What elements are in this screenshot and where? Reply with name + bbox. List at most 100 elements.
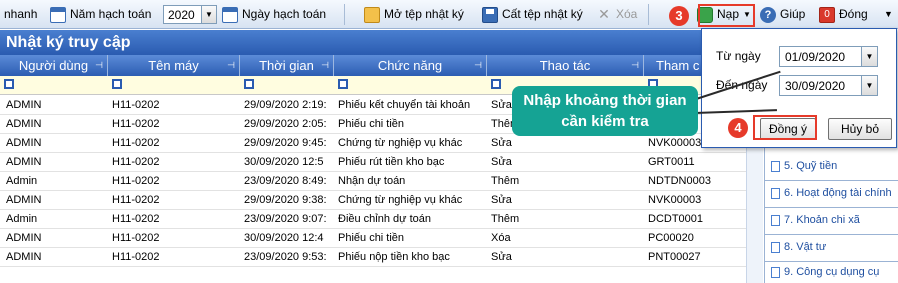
filter-checkbox[interactable]	[244, 79, 254, 89]
cell-user: ADMIN	[6, 251, 42, 263]
nav-item-hoat-dong-tai-chinh[interactable]: 6. Hoạt động tài chính	[771, 187, 898, 199]
col-header-function[interactable]: Chức năng ⊣	[334, 55, 487, 76]
table-row[interactable]: Admin H11-0202 23/09/2020 8:49: Nhận dự toá…	[0, 172, 755, 191]
nav-item-label: 8. Vật tư	[784, 241, 827, 253]
table-row[interactable]: ADMIN H11-0202 29/09/2020 9:45: Chứng từ ng…	[0, 134, 755, 153]
save-log-label: Cất tệp nhật ký	[502, 7, 583, 21]
filter-checkbox[interactable]	[4, 79, 14, 89]
pin-icon[interactable]: ⊣	[95, 55, 103, 76]
year-select[interactable]: 2020 ▼	[163, 5, 217, 24]
year-value: 2020	[168, 8, 195, 22]
nav-item-khoan-chi-xa[interactable]: 7. Khoản chi xã	[771, 214, 898, 226]
pin-icon[interactable]: ⊣	[227, 55, 235, 76]
divider	[765, 234, 898, 235]
toolbar-separator	[648, 4, 649, 25]
filter-checkbox[interactable]	[112, 79, 122, 89]
close-button[interactable]: 0 Đóng	[819, 4, 868, 25]
col-header-function-label: Chức năng	[377, 58, 443, 73]
nav-item-label: 7. Khoản chi xã	[784, 214, 860, 226]
col-header-user[interactable]: Người dùng ⊣	[0, 55, 108, 76]
help-button[interactable]: ? Giúp	[760, 4, 805, 25]
date-button[interactable]: Ngày hạch toán	[222, 4, 326, 25]
step-badge-3: 3	[669, 6, 689, 26]
delete-icon: ✕	[598, 5, 610, 22]
delete-label: Xóa	[616, 7, 638, 21]
document-icon	[771, 187, 780, 199]
col-header-action[interactable]: Thao tác ⊣	[487, 55, 644, 76]
toolbar-overflow-icon[interactable]: ▼	[884, 4, 893, 25]
cell-action: Thêm	[491, 175, 520, 187]
step-badge-4: 4	[728, 118, 748, 138]
date-label-text: Ngày hạch toán	[242, 7, 327, 21]
table-row[interactable]: ADMIN H11-0202 29/09/2020 9:38: Chứng từ ng…	[0, 191, 755, 210]
cell-function: Phiếu rút tiền kho bạc	[338, 156, 445, 168]
cell-user: ADMIN	[6, 156, 42, 168]
cell-ref: NDTDN0003	[648, 175, 711, 187]
panel-title: Nhật ký truy cập	[0, 30, 755, 55]
pin-icon[interactable]: ⊣	[321, 55, 329, 76]
nav-item-cong-cu-dung-cu[interactable]: 9. Công cụ dụng cụ	[771, 266, 898, 278]
cell-machine: H11-0202	[112, 137, 160, 149]
toolbar-left-label: nhanh	[4, 4, 37, 25]
nav-item-label: 6. Hoạt động tài chính	[784, 187, 892, 199]
cell-user: ADMIN	[6, 118, 42, 130]
table-row[interactable]: ADMIN H11-0202 30/09/2020 12:5 Phiếu rút ti…	[0, 153, 755, 172]
cell-action: Sửa	[491, 137, 512, 149]
chevron-down-icon[interactable]: ▼	[861, 76, 877, 95]
cell-function: Phiếu nộp tiền kho bạc	[338, 251, 450, 263]
cell-time: 29/09/2020 2:19:	[244, 99, 327, 111]
cell-time: 23/09/2020 8:49:	[244, 175, 327, 187]
filter-checkbox[interactable]	[338, 79, 348, 89]
open-log-button[interactable]: Mở tệp nhật ký	[364, 4, 464, 25]
from-date-label: Từ ngày	[716, 49, 761, 63]
from-date-field[interactable]: 01/09/2020 ▼	[779, 46, 878, 67]
chevron-down-icon[interactable]: ▼	[201, 6, 216, 23]
document-icon	[771, 160, 780, 172]
close-icon: 0	[819, 6, 835, 23]
calendar-icon	[50, 6, 66, 23]
instruction-callout: Nhập khoảng thời gian cần kiểm tra	[512, 86, 698, 136]
cell-machine: H11-0202	[112, 118, 160, 130]
cell-time: 23/09/2020 9:07:	[244, 213, 327, 225]
chevron-down-icon[interactable]: ▼	[861, 47, 877, 66]
nav-item-quy-tien[interactable]: 5. Quỹ tiền	[771, 160, 898, 172]
cell-time: 29/09/2020 2:05:	[244, 118, 327, 130]
cell-user: Admin	[6, 213, 38, 225]
help-icon: ?	[760, 6, 776, 23]
pin-icon[interactable]: ⊣	[631, 55, 639, 76]
col-header-action-label: Thao tác	[539, 58, 591, 73]
cell-machine: H11-0202	[112, 194, 160, 206]
table-row[interactable]: Admin H11-0202 23/09/2020 9:07: Điều chỉnh …	[0, 210, 755, 229]
document-icon	[771, 266, 780, 278]
from-date-value: 01/09/2020	[785, 50, 846, 64]
cell-time: 30/09/2020 12:5	[244, 156, 324, 168]
cell-machine: H11-0202	[112, 175, 160, 187]
pin-icon[interactable]: ⊣	[474, 55, 482, 76]
table-row[interactable]: ADMIN H11-0202 23/09/2020 9:53: Phiếu nộp t…	[0, 248, 755, 267]
table-row[interactable]: ADMIN H11-0202 30/09/2020 12:4 Phiếu chi ti…	[0, 229, 755, 248]
cell-time: 23/09/2020 9:53:	[244, 251, 327, 263]
close-label: Đóng	[839, 7, 868, 21]
col-header-time[interactable]: Thời gian ⊣	[240, 55, 334, 76]
cell-user: ADMIN	[6, 232, 42, 244]
cell-function: Chứng từ nghiệp vụ khác	[338, 137, 463, 149]
col-header-machine-label: Tên máy	[148, 58, 199, 73]
save-log-button[interactable]: Cất tệp nhật ký	[482, 4, 583, 25]
open-log-label: Mở tệp nhật ký	[384, 7, 464, 21]
nav-item-label: 5. Quỹ tiền	[784, 160, 838, 172]
cell-machine: H11-0202	[112, 232, 160, 244]
cell-action: Sửa	[491, 251, 512, 263]
delete-button[interactable]: ✕ Xóa	[596, 4, 637, 25]
to-date-field[interactable]: 30/09/2020 ▼	[779, 75, 878, 96]
cell-action: Xóa	[491, 232, 511, 244]
cancel-button[interactable]: Hủy bỏ	[828, 118, 892, 140]
nav-item-label: 9. Công cụ dụng cụ	[784, 266, 880, 278]
cell-function: Phiếu chi tiền	[338, 232, 405, 244]
column-headers: Người dùng ⊣ Tên máy ⊣ Thời gian ⊣ Chức năn…	[0, 55, 755, 76]
filter-checkbox[interactable]	[491, 79, 501, 89]
nav-item-vat-tu[interactable]: 8. Vật tư	[771, 241, 898, 253]
cell-ref: PC00020	[648, 232, 694, 244]
col-header-machine[interactable]: Tên máy ⊣	[108, 55, 240, 76]
help-label: Giúp	[780, 7, 806, 21]
cell-user: Admin	[6, 175, 38, 187]
